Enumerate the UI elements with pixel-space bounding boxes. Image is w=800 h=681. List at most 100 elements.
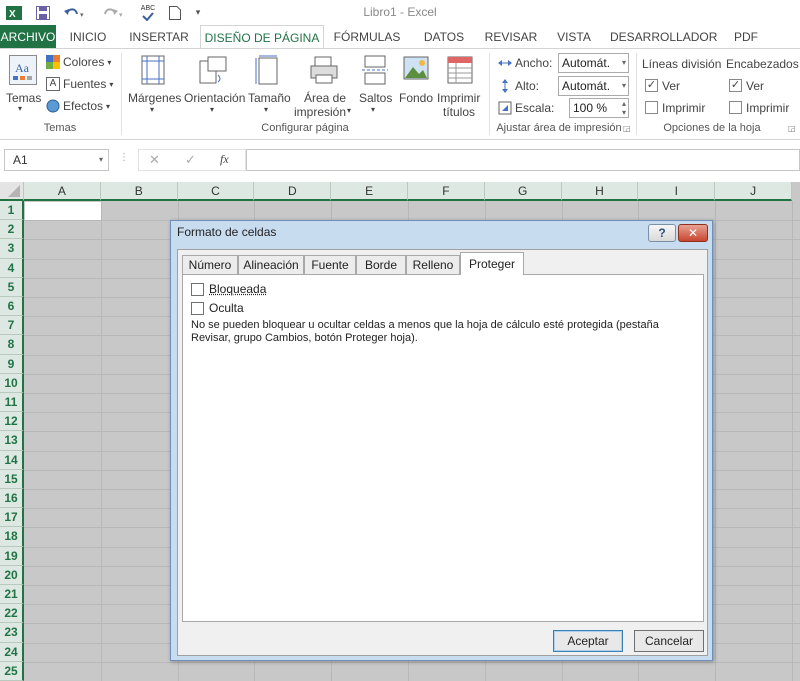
tab-datos[interactable]: DATOS [416,25,472,49]
tab-desarrollador[interactable]: DESARROLLADOR [610,25,717,49]
row-header[interactable]: 3 [0,239,24,259]
ajustar-launcher-icon[interactable]: ◲ [623,124,631,133]
colores-dropdown-icon: ▾ [107,57,112,67]
row-header[interactable]: 17 [0,508,24,528]
oculta-checkbox[interactable] [191,302,204,315]
row-header[interactable]: 21 [0,585,24,605]
column-header[interactable]: I [638,182,716,201]
escala-spinner[interactable]: 100 % ▴ ▾ [569,98,629,118]
row-header[interactable]: 23 [0,623,24,643]
saltos-label: Saltos [359,91,393,105]
tab-inicio[interactable]: INICIO [62,25,114,49]
ribbon-tabs: ARCHIVO INICIO INSERTAR DISEÑO DE PÁGINA… [0,25,800,50]
row-header[interactable]: 20 [0,565,24,585]
alto-value: Automát. [562,79,611,93]
row-header[interactable]: 16 [0,489,24,509]
bloqueada-label[interactable]: Bloqueada [209,282,266,296]
enter-icon[interactable]: ✓ [185,152,196,168]
row-header[interactable]: 2 [0,220,24,240]
column-header[interactable]: G [484,182,562,201]
row-header[interactable]: 10 [0,373,24,393]
row-header[interactable]: 18 [0,527,24,547]
tab-proteger[interactable]: Proteger [460,252,524,275]
encabezados-ver-checkbox[interactable]: ✓ [729,79,742,92]
window-title: Libro1 - Excel [363,5,437,19]
orientacion-dropdown-icon: ▾ [210,105,215,114]
grid-vline [100,201,102,681]
tab-insertar[interactable]: INSERTAR [124,25,194,49]
tab-pdf[interactable]: PDF [726,25,766,49]
column-header[interactable]: C [177,182,255,201]
lineas-ver-checkbox[interactable]: ✓ [645,79,658,92]
row-header[interactable]: 22 [0,604,24,624]
row-header[interactable]: 9 [0,354,24,374]
colores-button[interactable]: Colores ▾ [46,55,111,69]
row-header[interactable]: 13 [0,431,24,451]
ancho-dropdown-icon[interactable]: ▾ [622,54,626,72]
row-header[interactable]: 4 [0,258,24,278]
row-header[interactable]: 15 [0,469,24,489]
tab-archivo[interactable]: ARCHIVO [0,25,56,49]
formula-input[interactable] [246,149,800,171]
alto-label-group: Alto: [498,79,539,93]
row-header[interactable]: 6 [0,297,24,317]
fuentes-button[interactable]: A Fuentes ▾ [46,77,113,91]
tab-diseno-de-pagina[interactable]: DISEÑO DE PÁGINA [200,25,324,50]
close-button[interactable]: ✕ [678,224,708,242]
bloqueada-checkbox[interactable] [191,283,204,296]
tab-vista[interactable]: VISTA [550,25,598,49]
tab-relleno[interactable]: Relleno [406,255,460,275]
alto-dropdown-icon[interactable]: ▾ [622,77,626,95]
tab-borde[interactable]: Borde [356,255,406,275]
name-box[interactable]: A1 ▾ [4,149,109,171]
row-header[interactable]: 1 [0,201,24,221]
temas-dropdown-icon: ▾ [18,104,23,113]
tab-fuente[interactable]: Fuente [304,255,356,275]
column-header[interactable]: B [100,182,178,201]
escala-label: Escala: [515,101,555,115]
scale-icon [498,101,512,115]
escala-label-group: Escala: [498,101,554,115]
margins-icon [141,55,165,85]
help-button[interactable]: ? [648,224,676,242]
tab-formulas[interactable]: FÓRMULAS [332,25,402,49]
column-header[interactable]: J [715,182,792,201]
opciones-launcher-icon[interactable]: ◲ [788,124,796,133]
active-cell-a1[interactable] [25,202,101,220]
themes-icon: Aa [9,55,37,85]
column-header[interactable]: F [408,182,485,201]
column-header[interactable]: E [331,182,408,201]
column-header[interactable]: D [254,182,332,201]
encabezados-imprimir-checkbox[interactable] [729,101,742,114]
oculta-label[interactable]: Oculta [209,301,244,315]
efectos-button[interactable]: Efectos ▾ [46,99,110,113]
select-all-corner[interactable] [0,182,24,201]
cancel-icon[interactable]: ✕ [149,152,160,168]
aceptar-button[interactable]: Aceptar [553,630,623,652]
tab-alineacion[interactable]: Alineación [238,255,304,275]
temas-group-label: Temas [43,122,77,134]
ancho-combo[interactable]: Automát. ▾ [558,53,629,73]
row-header[interactable]: 14 [0,450,24,470]
row-header[interactable]: 8 [0,335,24,355]
column-header[interactable]: A [24,182,101,201]
row-header[interactable]: 12 [0,412,24,432]
column-header[interactable]: H [561,182,639,201]
effects-icon [46,99,60,113]
lineas-imprimir-checkbox[interactable] [645,101,658,114]
row-header[interactable]: 7 [0,316,24,336]
row-header[interactable]: 24 [0,642,24,662]
formula-bar: A1 ▾ ⋮ ✕ ✓ fx [0,140,800,182]
row-header[interactable]: 5 [0,277,24,297]
alto-combo[interactable]: Automát. ▾ [558,76,629,96]
name-box-dropdown-icon[interactable]: ▾ [99,150,103,170]
row-header[interactable]: 25 [0,661,24,681]
tab-numero[interactable]: Número [182,255,238,275]
row-header[interactable]: 19 [0,546,24,566]
tab-revisar[interactable]: REVISAR [482,25,540,49]
height-icon [502,79,508,93]
insert-function-icon[interactable]: fx [220,152,229,167]
row-header[interactable]: 11 [0,393,24,413]
cancelar-button[interactable]: Cancelar [634,630,704,652]
escala-spin-icon[interactable]: ▴ ▾ [622,99,626,117]
